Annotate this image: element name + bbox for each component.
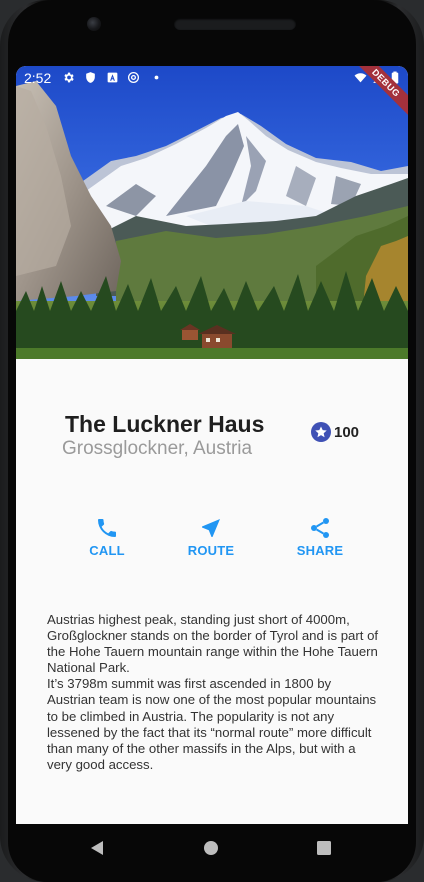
status-bar: 2:52 [16, 66, 408, 90]
app-screen: 2:52 DEBUG The Luckner Haus Grossglockne… [16, 66, 408, 824]
place-title: The Luckner Haus [65, 411, 265, 437]
action-row: CALL ROUTE SHARE [16, 512, 408, 562]
place-location: Grossglockner, Austria [62, 438, 253, 459]
earpiece-speaker [174, 18, 296, 30]
shield-icon [86, 72, 95, 83]
share-label: SHARE [296, 543, 344, 558]
hero-image [16, 66, 408, 359]
system-nav-bar [16, 824, 408, 872]
home-icon[interactable] [203, 840, 219, 856]
at-sign-icon [127, 71, 140, 84]
route-button[interactable]: ROUTE [166, 512, 256, 562]
place-description: Austrias highest peak, standing just sho… [47, 612, 379, 772]
recents-icon[interactable] [316, 840, 332, 856]
front-camera [87, 17, 101, 31]
rating-count: 100 [334, 423, 360, 441]
a-badge-icon [107, 72, 118, 83]
title-section: The Luckner Haus Grossglockner, Austria … [16, 359, 408, 489]
route-label: ROUTE [187, 543, 235, 558]
navigation-arrow-icon [202, 519, 220, 537]
back-icon[interactable] [89, 840, 105, 856]
settings-icon [64, 72, 74, 83]
phone-icon [98, 519, 116, 537]
dot-icon [154, 75, 159, 80]
status-time: 2:52 [24, 70, 52, 86]
share-button[interactable]: SHARE [275, 512, 365, 562]
call-label: CALL [89, 543, 125, 558]
share-icon [311, 518, 329, 538]
call-button[interactable]: CALL [62, 512, 152, 562]
star-icon [311, 422, 331, 442]
rating[interactable]: 100 [311, 421, 359, 443]
